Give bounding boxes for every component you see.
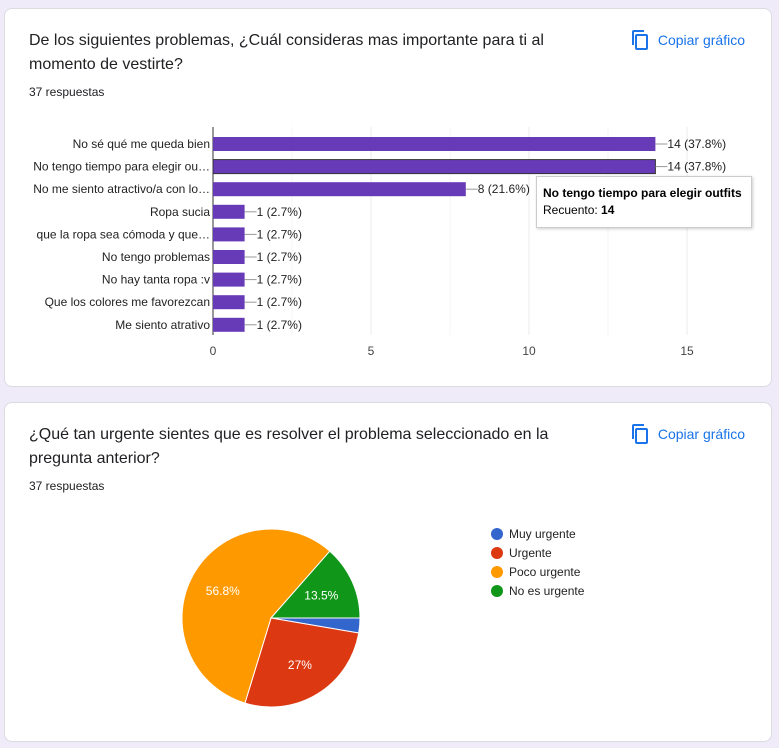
data-label: 8 (21.6%): [478, 182, 530, 196]
legend-marker: [491, 566, 503, 578]
legend-label: Poco urgente: [509, 565, 581, 579]
legend-marker: [491, 547, 503, 559]
bar-chart: 0 5 10 15 No sé qué me queda bien 14 (37.8%) N…: [33, 127, 726, 358]
category-label: No tengo tiempo para elegir ou…: [33, 160, 210, 174]
bar: [213, 227, 245, 242]
category-label: No me siento atractivo/a con lo…: [33, 182, 210, 196]
data-label: 14 (37.8%): [667, 160, 726, 174]
x-tick-label: 5: [368, 344, 375, 358]
response-count: 37 respuestas: [29, 85, 105, 99]
copy-chart-label: Copiar gráfico: [657, 426, 745, 442]
category-label: No sé qué me queda bien: [73, 137, 210, 151]
pie-chart: 27% 56.8% 13.5% Muy urgente Urgente Poco urge…: [181, 527, 585, 708]
response-count: 37 respuestas: [29, 479, 105, 493]
legend-label: Muy urgente: [509, 527, 576, 541]
copy-chart-button[interactable]: Copiar gráfico: [630, 29, 745, 51]
data-label: 14 (37.8%): [667, 137, 726, 151]
data-label: 1 (2.7%): [257, 318, 302, 332]
bar: [213, 204, 245, 219]
legend-marker: [491, 528, 503, 540]
bar: [213, 250, 245, 264]
bar: [213, 182, 466, 197]
copy-icon: [631, 30, 648, 50]
slice-label: 13.5%: [304, 588, 338, 602]
bar: [213, 137, 656, 151]
chart-tooltip: No tengo tiempo para elegir outfits Recu…: [536, 176, 752, 228]
x-tick-label: 0: [210, 344, 217, 358]
question-card-1: De los siguientes problemas, ¿Cuál consi…: [4, 8, 772, 387]
category-label: Ropa sucia: [150, 205, 210, 219]
data-label: 1 (2.7%): [257, 227, 302, 241]
legend-label: Urgente: [509, 546, 552, 560]
legend-label: No es urgente: [509, 584, 585, 598]
copy-icon: [631, 424, 648, 444]
legend-marker: [491, 585, 503, 597]
category-label: No tengo problemas: [102, 250, 210, 264]
bar: [213, 272, 245, 287]
x-tick-label: 10: [522, 344, 536, 358]
copy-chart-label: Copiar gráfico: [657, 32, 745, 48]
question-title: ¿Qué tan urgente sientes que es resolver…: [29, 426, 549, 467]
tooltip-title: No tengo tiempo para elegir outfits: [543, 186, 742, 200]
bar: [213, 295, 245, 310]
bar: [213, 317, 245, 332]
question-title: De los siguientes problemas, ¿Cuál consi…: [29, 32, 544, 73]
data-label: 1 (2.7%): [257, 273, 302, 287]
tooltip-count-label: Recuento:: [543, 203, 598, 217]
data-label: 1 (2.7%): [257, 295, 302, 309]
slice-label: 27%: [288, 658, 312, 672]
category-label: que la ropa sea cómoda y que…: [37, 227, 210, 241]
x-tick-label: 15: [680, 344, 694, 358]
tooltip-count: 14: [601, 203, 615, 217]
data-label: 1 (2.7%): [257, 205, 302, 219]
category-label: No hay tanta ropa :v: [102, 273, 210, 287]
category-label: Me siento atrativo: [115, 318, 210, 332]
question-card-2: ¿Qué tan urgente sientes que es resolver…: [4, 402, 772, 742]
data-label: 1 (2.7%): [257, 250, 302, 264]
copy-chart-button[interactable]: Copiar gráfico: [630, 423, 745, 445]
bar: [212, 159, 656, 175]
slice-label: 56.8%: [206, 584, 240, 598]
category-label: Que los colores me favorezcan: [45, 295, 210, 309]
